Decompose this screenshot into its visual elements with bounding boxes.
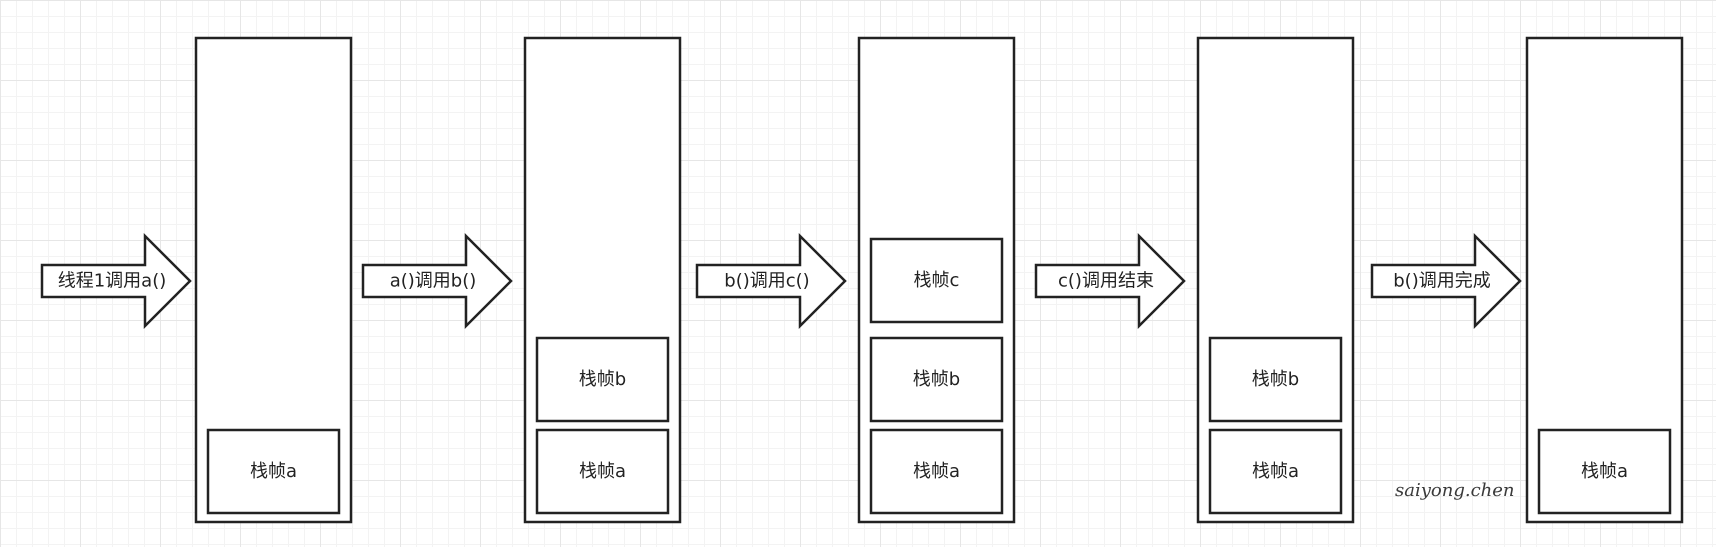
transition-arrow-3: b()调用c() — [695, 232, 847, 330]
stack-frame-label: 栈帧b — [913, 369, 960, 390]
stack-frame-label: 栈帧a — [1252, 461, 1299, 482]
arrow-label: b()调用完成 — [1393, 271, 1490, 292]
stack-frame-label: 栈帧b — [1252, 369, 1299, 390]
arrow-label: a()调用b() — [390, 271, 477, 292]
stack-5: 栈帧a — [1525, 36, 1684, 524]
stack-1: 栈帧a — [194, 36, 353, 524]
watermark: saiyong.chen — [1395, 480, 1515, 501]
call-stack-diagram: 栈帧a 栈帧a 栈帧b 栈帧a 栈帧b 栈帧c 栈帧a 栈帧b 栈帧a 线程1调用a() a()调用… — [40, 36, 1684, 524]
stack-4: 栈帧a 栈帧b — [1196, 36, 1355, 524]
transition-arrow-5: b()调用完成 — [1370, 232, 1522, 330]
stack-frame-label: 栈帧a — [250, 461, 297, 482]
stack-frame-label: 栈帧a — [1581, 461, 1628, 482]
arrow-label: b()调用c() — [724, 271, 809, 292]
arrow-label: c()调用结束 — [1058, 271, 1154, 292]
transition-arrow-1: 线程1调用a() — [40, 232, 192, 330]
stack-2: 栈帧a 栈帧b — [523, 36, 682, 524]
stack-3: 栈帧a 栈帧b 栈帧c — [857, 36, 1016, 524]
transition-arrow-2: a()调用b() — [361, 232, 513, 330]
transition-arrow-4: c()调用结束 — [1034, 232, 1186, 330]
stack-frame-label: 栈帧a — [913, 461, 960, 482]
stack-frame-label: 栈帧b — [579, 369, 626, 390]
arrow-label: 线程1调用a() — [58, 271, 167, 292]
stack-frame-label: 栈帧c — [914, 270, 960, 291]
stack-frame-label: 栈帧a — [579, 461, 626, 482]
